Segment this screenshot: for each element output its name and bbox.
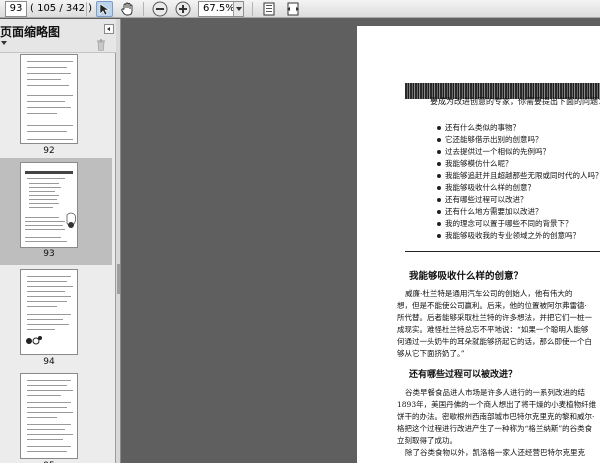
page-thumbnail — [20, 162, 78, 248]
paragraph-line: 威廉·杜兰特是通用汽车公司的创始人，他有伟大的 — [405, 289, 573, 298]
question-list: 还有什么类似的事物？ 它还能够借示出别的创意吗？ 过去提供过一个相似的先例吗？ … — [437, 122, 600, 242]
thumbnail-page-93[interactable]: 93 — [0, 158, 112, 265]
intro-text: 要成为改进创意的专家，你需要提出下面的问题： — [430, 97, 600, 106]
paragraph-line: 谷类早餐食品进人市场是许多人进行的一系列改进的结 — [405, 388, 585, 397]
list-item: 我的理念可以置于哪些不同的背景下？ — [437, 218, 600, 230]
page-number-input[interactable]: 93 — [5, 1, 27, 17]
page-thumbnail — [20, 269, 78, 355]
list-item: 我能够吸收我的专业领域之外的创意吗？ — [437, 230, 600, 242]
section-heading: 还有哪些过程可以被改进？ — [409, 370, 518, 380]
section-heading: 我能够吸收什么样的创意？ — [409, 271, 524, 282]
paragraph-line: 立刻取得了成功。 — [397, 436, 457, 445]
paragraph-line: 除了谷类食物以外，凯洛格一家人还经营巴特尔克里克 — [405, 448, 585, 457]
list-item: 还有什么地方需要加以改进？ — [437, 206, 600, 218]
paragraph-line: 1893年，美国丹佛的一个商人想出了将干燥的小麦植物纤维 — [397, 400, 597, 409]
list-item: 还有哪些过程可以改进？ — [437, 194, 600, 206]
thumbnail-page-92[interactable]: 92 — [0, 54, 112, 158]
thumbnail-page-95[interactable]: 95 — [0, 365, 112, 463]
panel-title: 页面缩略图 — [0, 25, 61, 39]
zoom-in-icon[interactable] — [174, 1, 191, 17]
fit-width-icon[interactable] — [284, 1, 301, 17]
zoom-out-icon[interactable] — [151, 1, 168, 17]
list-item: 我能够追赶并且超越那些无限或同时代的人吗？ — [437, 170, 600, 182]
thumbnail-panel: 页面缩略图 92 93 94 — [0, 19, 116, 463]
thumbnail-list[interactable]: 92 93 94 — [0, 54, 116, 463]
paragraph-line: 够从它下面挤奶了。” — [397, 349, 465, 358]
zoom-level-value: 67.5% — [203, 3, 235, 14]
collapse-panel-icon[interactable] — [104, 24, 114, 34]
toolbar: 93 ( 105 / 342 ) 67.5% — [0, 0, 600, 18]
toolbar-separator — [252, 2, 253, 16]
trash-icon[interactable] — [96, 39, 106, 51]
chevron-down-icon[interactable] — [233, 2, 243, 16]
panel-splitter[interactable] — [116, 19, 121, 463]
page-thumbnail — [20, 54, 78, 144]
panel-header: 页面缩略图 — [0, 19, 116, 53]
page-thumbnail — [20, 373, 78, 459]
list-item: 它还能够借示出别的创意吗？ — [437, 134, 600, 146]
paragraph-line: 所代替。后者能够采取杜兰特的许多想法，并把它们一桩一 — [397, 313, 592, 322]
list-item: 还有什么类似的事物？ — [437, 122, 600, 134]
fit-page-icon[interactable] — [260, 1, 277, 17]
paragraph-line: 成现实。难怪杜兰特总忘不平地说：“如果一个聪明人能够 — [397, 325, 589, 334]
thumbnail-label: 93 — [43, 249, 55, 259]
list-item: 我能够吸收什么样的创意？ — [437, 182, 600, 194]
list-item: 过去提供过一个相似的先例吗？ — [437, 146, 600, 158]
select-tool-icon[interactable] — [96, 1, 113, 17]
page-count-label: ( 105 / 342 ) — [30, 3, 93, 14]
hand-tool-icon[interactable] — [119, 1, 136, 17]
paragraph-line: 格把这个过程进行改进产生了一种称为“格兰纳斯”的谷类食 — [397, 424, 593, 433]
splitter-grip[interactable] — [117, 264, 120, 294]
zoom-level-select[interactable]: 67.5% — [198, 1, 244, 17]
paragraph-line: 何通过一头奶牛的耳朵就能够挤起它的话，那么即使一个白 — [397, 337, 592, 346]
paragraph-line: 饼干的办法。密歇根州西南部城市巴特尔克里克的黎和威尔· — [397, 412, 595, 421]
paragraph-line: 想，但是不能使公司赢利。后来，他的位置被阿尔弗雷德· — [397, 301, 587, 310]
toolbar-separator — [86, 2, 87, 16]
options-menu-icon[interactable] — [1, 41, 7, 45]
document-page: 要成为改进创意的专家，你需要提出下面的问题： 还有什么类似的事物？ 它还能够借示… — [357, 26, 600, 463]
toolbar-separator — [143, 2, 144, 16]
thumbnail-label: 92 — [43, 146, 55, 156]
list-item: 我能够模仿什么呢？ — [437, 158, 600, 170]
thumbnail-page-94[interactable]: 94 — [0, 265, 112, 367]
section-rule — [405, 251, 600, 252]
